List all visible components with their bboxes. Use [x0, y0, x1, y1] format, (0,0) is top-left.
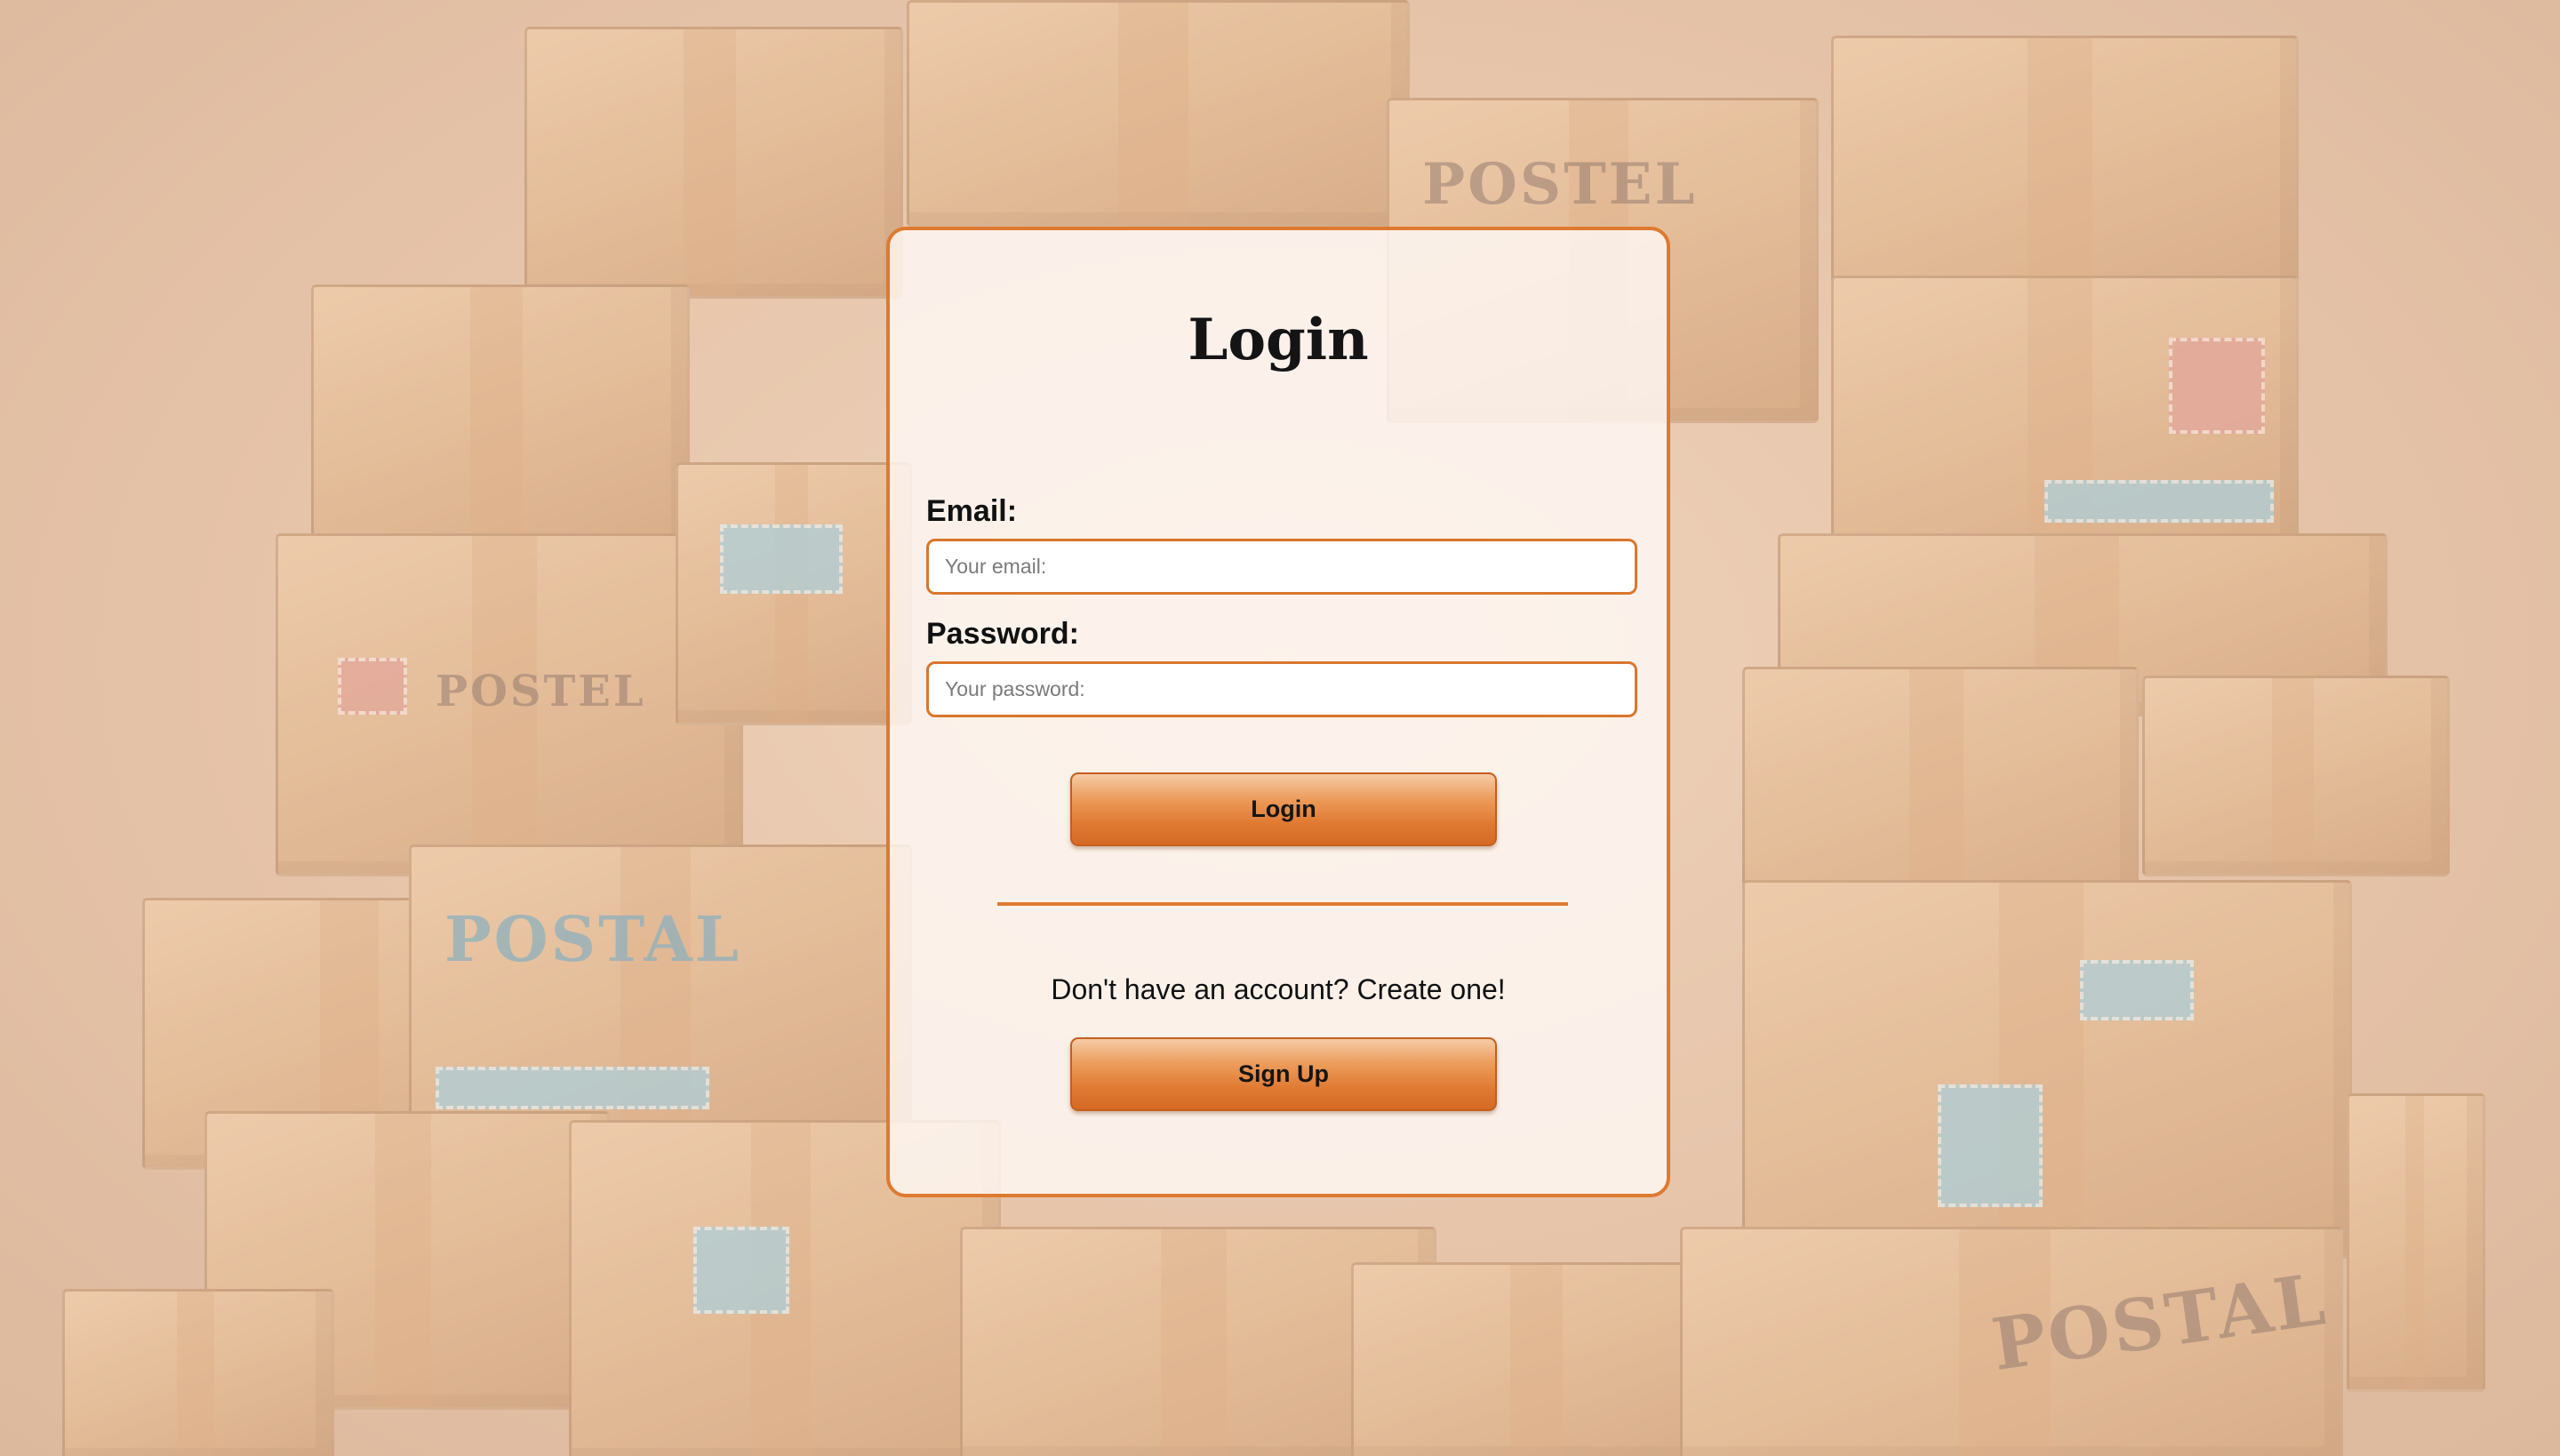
- signup-button[interactable]: Sign Up: [1070, 1037, 1497, 1111]
- password-label: Password:: [926, 617, 1079, 651]
- page-title: Login: [1188, 307, 1369, 373]
- signup-prompt: Don't have an account? Create one!: [1051, 973, 1506, 1005]
- email-label: Email:: [926, 494, 1018, 528]
- login-button[interactable]: Login: [1070, 772, 1497, 846]
- password-field[interactable]: [926, 661, 1637, 717]
- email-field[interactable]: [926, 539, 1637, 595]
- login-card: Login Email: Password: Login Don't have …: [886, 227, 1670, 1197]
- divider: [997, 902, 1568, 906]
